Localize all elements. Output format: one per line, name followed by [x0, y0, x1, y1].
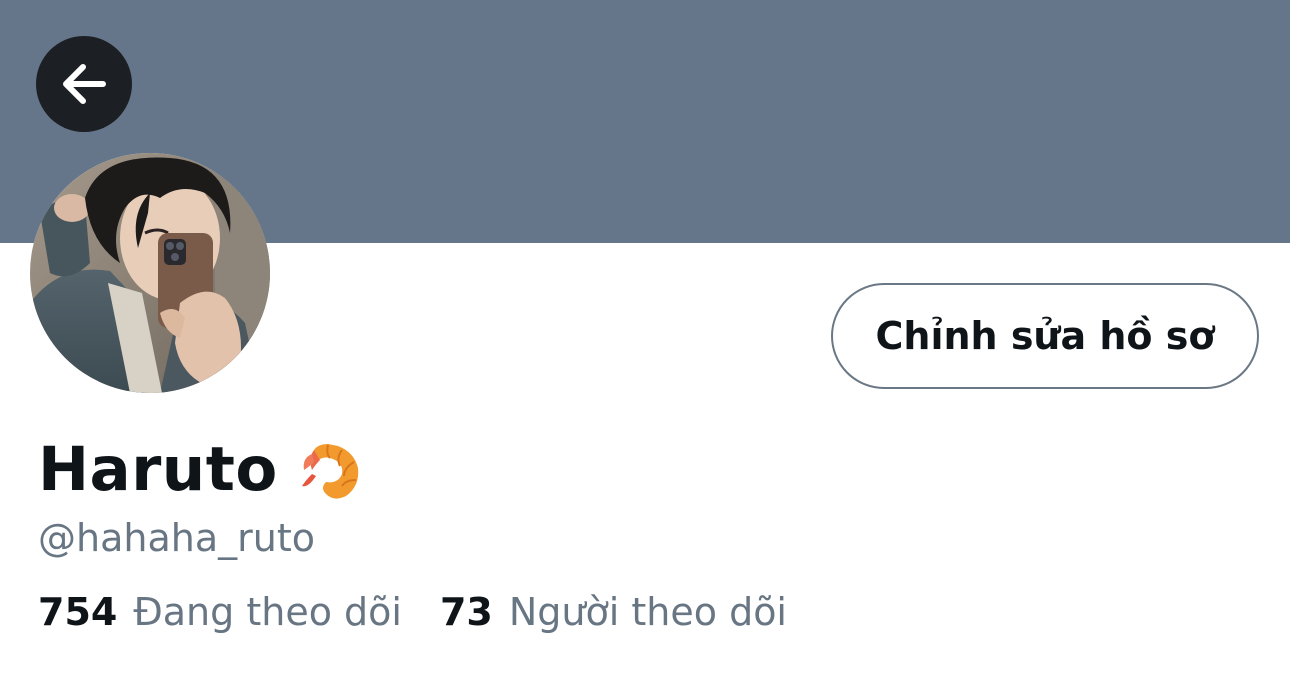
- followers-label: Người theo dõi: [508, 590, 787, 634]
- arrow-left-icon: [63, 64, 106, 104]
- name-row: Haruto: [38, 430, 366, 510]
- followers-stat[interactable]: 73 Người theo dõi: [440, 586, 787, 638]
- back-button[interactable]: [36, 36, 132, 132]
- user-handle: @hahaha_ruto: [38, 516, 315, 560]
- avatar[interactable]: [30, 153, 270, 393]
- shrimp-emoji-icon: [301, 444, 359, 499]
- avatar-photo: [30, 153, 270, 393]
- following-label: Đang theo dõi: [133, 590, 402, 634]
- edit-profile-button[interactable]: Chỉnh sửa hồ sơ: [831, 283, 1259, 389]
- following-count: 754: [38, 590, 118, 634]
- followers-count: 73: [439, 590, 493, 634]
- following-stat[interactable]: 754 Đang theo dõi: [38, 586, 402, 638]
- follow-stats: 754 Đang theo dõi 73 Người theo dõi: [38, 586, 787, 638]
- display-name: Haruto: [38, 434, 278, 505]
